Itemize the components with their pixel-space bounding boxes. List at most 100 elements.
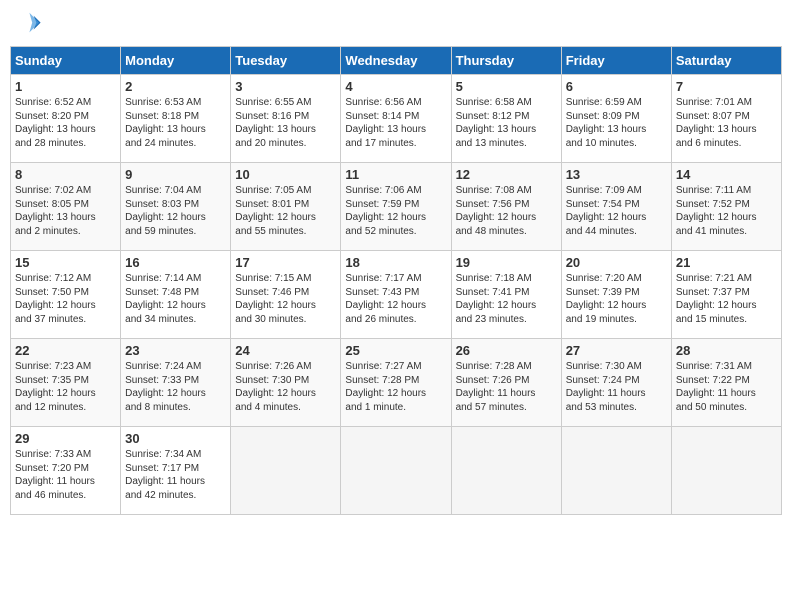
calendar-cell: 14 Sunrise: 7:11 AMSunset: 7:52 PMDayligh… (671, 163, 781, 251)
column-header-thursday: Thursday (451, 47, 561, 75)
day-number: 20 (566, 255, 667, 270)
calendar-cell: 3 Sunrise: 6:55 AMSunset: 8:16 PMDaylight… (231, 75, 341, 163)
calendar-table: SundayMondayTuesdayWednesdayThursdayFrid… (10, 46, 782, 515)
day-number: 3 (235, 79, 336, 94)
day-info: Sunrise: 6:59 AMSunset: 8:09 PMDaylight:… (566, 96, 667, 150)
day-number: 25 (345, 343, 446, 358)
calendar-cell: 30Sunrise: 7:34 AMSunset: 7:17 PMDayligh… (121, 427, 231, 515)
calendar-cell (451, 427, 561, 515)
day-number: 18 (345, 255, 446, 270)
day-info: Sunrise: 7:23 AMSunset: 7:35 PMDaylight:… (15, 360, 116, 414)
column-header-tuesday: Tuesday (231, 47, 341, 75)
calendar-cell (561, 427, 671, 515)
column-header-friday: Friday (561, 47, 671, 75)
calendar-week-2: 8 Sunrise: 7:02 AMSunset: 8:05 PMDaylight… (11, 163, 782, 251)
calendar-cell: 1 Sunrise: 6:52 AMSunset: 8:20 PMDaylight… (11, 75, 121, 163)
day-number: 1 (15, 79, 116, 94)
day-info: Sunrise: 7:04 AMSunset: 8:03 PMDaylight:… (125, 184, 226, 238)
day-info: Sunrise: 7:05 AMSunset: 8:01 PMDaylight:… (235, 184, 336, 238)
day-number: 8 (15, 167, 116, 182)
logo (14, 10, 46, 38)
calendar-cell: 6Sunrise: 6:59 AMSunset: 8:09 PMDaylight… (561, 75, 671, 163)
calendar-cell: 29Sunrise: 7:33 AMSunset: 7:20 PMDayligh… (11, 427, 121, 515)
day-info: Sunrise: 6:53 AMSunset: 8:18 PMDaylight:… (125, 96, 226, 150)
calendar-week-4: 22 Sunrise: 7:23 AMSunset: 7:35 PMDayligh… (11, 339, 782, 427)
column-header-saturday: Saturday (671, 47, 781, 75)
day-info: Sunrise: 7:24 AMSunset: 7:33 PMDaylight:… (125, 360, 226, 414)
day-number: 10 (235, 167, 336, 182)
column-header-sunday: Sunday (11, 47, 121, 75)
calendar-cell: 23 Sunrise: 7:24 AMSunset: 7:33 PMDayligh… (121, 339, 231, 427)
day-number: 4 (345, 79, 446, 94)
day-info: Sunrise: 7:02 AMSunset: 8:05 PMDaylight:… (15, 184, 116, 238)
day-info: Sunrise: 7:15 AMSunset: 7:46 PMDaylight:… (235, 272, 336, 326)
calendar-cell: 16 Sunrise: 7:14 AMSunset: 7:48 PMDayligh… (121, 251, 231, 339)
day-info: Sunrise: 7:28 AMSunset: 7:26 PMDaylight:… (456, 360, 557, 414)
day-info: Sunrise: 6:56 AMSunset: 8:14 PMDaylight:… (345, 96, 446, 150)
day-info: Sunrise: 6:55 AMSunset: 8:16 PMDaylight:… (235, 96, 336, 150)
day-info: Sunrise: 6:58 AMSunset: 8:12 PMDaylight:… (456, 96, 557, 150)
day-info: Sunrise: 7:06 AMSunset: 7:59 PMDaylight:… (345, 184, 446, 238)
calendar-cell: 10 Sunrise: 7:05 AMSunset: 8:01 PMDayligh… (231, 163, 341, 251)
calendar-body: 1 Sunrise: 6:52 AMSunset: 8:20 PMDaylight… (11, 75, 782, 515)
calendar-week-1: 1 Sunrise: 6:52 AMSunset: 8:20 PMDaylight… (11, 75, 782, 163)
day-number: 11 (345, 167, 446, 182)
calendar-cell: 12Sunrise: 7:08 AMSunset: 7:56 PMDayligh… (451, 163, 561, 251)
column-header-wednesday: Wednesday (341, 47, 451, 75)
day-number: 14 (676, 167, 777, 182)
day-number: 26 (456, 343, 557, 358)
day-number: 21 (676, 255, 777, 270)
day-info: Sunrise: 7:30 AMSunset: 7:24 PMDaylight:… (566, 360, 667, 414)
logo-icon (14, 10, 42, 38)
day-number: 27 (566, 343, 667, 358)
calendar-cell: 9Sunrise: 7:04 AMSunset: 8:03 PMDaylight… (121, 163, 231, 251)
day-number: 23 (125, 343, 226, 358)
day-info: Sunrise: 7:31 AMSunset: 7:22 PMDaylight:… (676, 360, 777, 414)
day-number: 2 (125, 79, 226, 94)
calendar-cell: 22 Sunrise: 7:23 AMSunset: 7:35 PMDayligh… (11, 339, 121, 427)
day-number: 7 (676, 79, 777, 94)
calendar-cell: 15Sunrise: 7:12 AMSunset: 7:50 PMDayligh… (11, 251, 121, 339)
day-number: 22 (15, 343, 116, 358)
day-number: 30 (125, 431, 226, 446)
calendar-cell: 19Sunrise: 7:18 AMSunset: 7:41 PMDayligh… (451, 251, 561, 339)
calendar-cell: 13Sunrise: 7:09 AMSunset: 7:54 PMDayligh… (561, 163, 671, 251)
day-number: 24 (235, 343, 336, 358)
day-number: 16 (125, 255, 226, 270)
day-number: 5 (456, 79, 557, 94)
calendar-cell: 25Sunrise: 7:27 AMSunset: 7:28 PMDayligh… (341, 339, 451, 427)
calendar-cell: 7 Sunrise: 7:01 AMSunset: 8:07 PMDaylight… (671, 75, 781, 163)
calendar-cell: 17 Sunrise: 7:15 AMSunset: 7:46 PMDayligh… (231, 251, 341, 339)
day-info: Sunrise: 7:01 AMSunset: 8:07 PMDaylight:… (676, 96, 777, 150)
calendar-cell (341, 427, 451, 515)
day-info: Sunrise: 6:52 AMSunset: 8:20 PMDaylight:… (15, 96, 116, 150)
calendar-cell: 27 Sunrise: 7:30 AMSunset: 7:24 PMDayligh… (561, 339, 671, 427)
calendar-cell: 26 Sunrise: 7:28 AMSunset: 7:26 PMDayligh… (451, 339, 561, 427)
day-number: 17 (235, 255, 336, 270)
calendar-cell (671, 427, 781, 515)
day-info: Sunrise: 7:26 AMSunset: 7:30 PMDaylight:… (235, 360, 336, 414)
calendar-cell: 20 Sunrise: 7:20 AMSunset: 7:39 PMDayligh… (561, 251, 671, 339)
day-number: 28 (676, 343, 777, 358)
day-info: Sunrise: 7:18 AMSunset: 7:41 PMDaylight:… (456, 272, 557, 326)
day-info: Sunrise: 7:08 AMSunset: 7:56 PMDaylight:… (456, 184, 557, 238)
calendar-cell: 21Sunrise: 7:21 AMSunset: 7:37 PMDayligh… (671, 251, 781, 339)
page-header (10, 10, 782, 38)
day-info: Sunrise: 7:12 AMSunset: 7:50 PMDaylight:… (15, 272, 116, 326)
day-info: Sunrise: 7:20 AMSunset: 7:39 PMDaylight:… (566, 272, 667, 326)
calendar-cell: 18Sunrise: 7:17 AMSunset: 7:43 PMDayligh… (341, 251, 451, 339)
day-info: Sunrise: 7:33 AMSunset: 7:20 PMDaylight:… (15, 448, 116, 502)
calendar-cell: 4 Sunrise: 6:56 AMSunset: 8:14 PMDaylight… (341, 75, 451, 163)
calendar-cell: 5 Sunrise: 6:58 AMSunset: 8:12 PMDaylight… (451, 75, 561, 163)
calendar-cell: 11 Sunrise: 7:06 AMSunset: 7:59 PMDayligh… (341, 163, 451, 251)
day-number: 13 (566, 167, 667, 182)
calendar-cell (231, 427, 341, 515)
calendar-week-5: 29Sunrise: 7:33 AMSunset: 7:20 PMDayligh… (11, 427, 782, 515)
calendar-cell: 2 Sunrise: 6:53 AMSunset: 8:18 PMDaylight… (121, 75, 231, 163)
day-info: Sunrise: 7:11 AMSunset: 7:52 PMDaylight:… (676, 184, 777, 238)
calendar-week-3: 15Sunrise: 7:12 AMSunset: 7:50 PMDayligh… (11, 251, 782, 339)
calendar-cell: 8 Sunrise: 7:02 AMSunset: 8:05 PMDaylight… (11, 163, 121, 251)
calendar-cell: 24 Sunrise: 7:26 AMSunset: 7:30 PMDayligh… (231, 339, 341, 427)
day-info: Sunrise: 7:14 AMSunset: 7:48 PMDaylight:… (125, 272, 226, 326)
calendar-cell: 28 Sunrise: 7:31 AMSunset: 7:22 PMDayligh… (671, 339, 781, 427)
